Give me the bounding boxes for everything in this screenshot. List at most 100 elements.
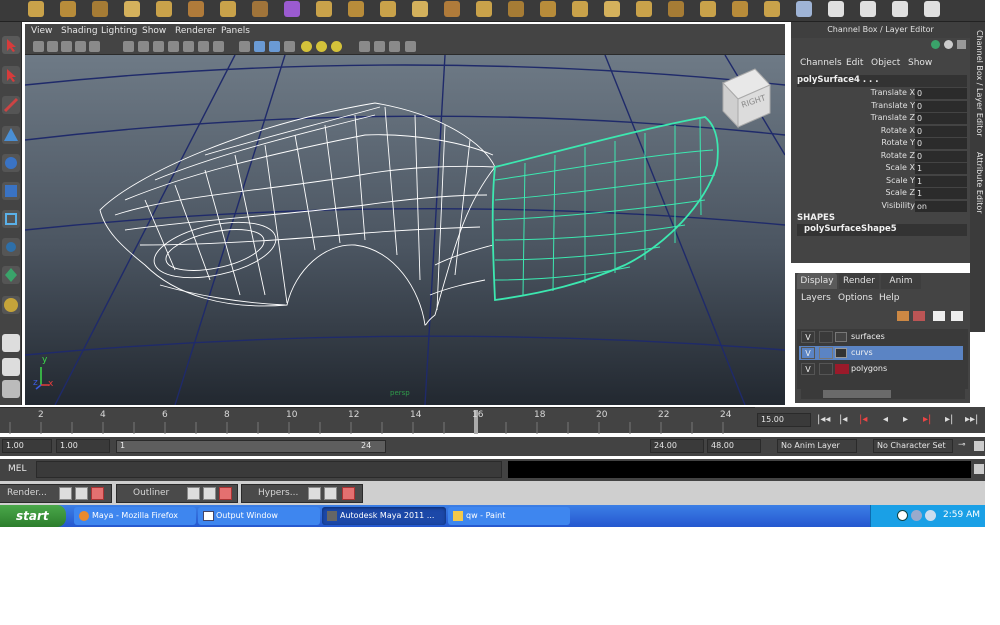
smooth-shade-icon[interactable] bbox=[254, 41, 265, 52]
object-menu[interactable]: Object bbox=[871, 58, 900, 68]
shelf-tool-icon[interactable] bbox=[380, 1, 396, 17]
shelf-tool-icon[interactable] bbox=[60, 1, 76, 17]
restore-icon[interactable] bbox=[59, 487, 72, 500]
shelf-tool-icon[interactable] bbox=[220, 1, 236, 17]
move-up-icon[interactable] bbox=[933, 311, 945, 321]
template-toggle[interactable] bbox=[819, 347, 833, 359]
shelf-tool-icon[interactable] bbox=[700, 1, 716, 17]
maximize-icon[interactable] bbox=[75, 487, 88, 500]
paint-select-tool-icon[interactable] bbox=[2, 96, 20, 114]
safe-title-icon[interactable] bbox=[213, 41, 224, 52]
layer-row[interactable]: V surfaces bbox=[799, 330, 963, 344]
menu-panels[interactable]: Panels bbox=[221, 26, 250, 36]
shelf-tool-icon[interactable] bbox=[636, 1, 652, 17]
manipulator-tool-icon[interactable] bbox=[2, 210, 20, 228]
shelf-tool-icon[interactable] bbox=[828, 1, 844, 17]
animation-end-field[interactable]: 48.00 bbox=[707, 439, 761, 453]
xray-icon[interactable] bbox=[374, 41, 385, 52]
minimized-window[interactable]: Hypers... bbox=[241, 484, 363, 503]
single-pane-layout-icon[interactable] bbox=[2, 334, 20, 352]
lasso-tool-icon[interactable] bbox=[2, 66, 20, 84]
shelf-tool-icon[interactable] bbox=[476, 1, 492, 17]
script-editor-icon[interactable] bbox=[974, 464, 984, 474]
camera-attributes-icon[interactable] bbox=[89, 41, 100, 52]
options-menu[interactable]: Options bbox=[838, 293, 873, 303]
taskbar-item[interactable]: Output Window bbox=[198, 507, 320, 525]
network-icon[interactable] bbox=[897, 510, 908, 521]
wireframe-icon[interactable] bbox=[239, 41, 250, 52]
shelf-tool-icon[interactable] bbox=[540, 1, 556, 17]
template-toggle[interactable] bbox=[819, 331, 833, 343]
range-bar-track[interactable]: 1 24 bbox=[116, 440, 386, 453]
anim-layer-dropdown[interactable]: No Anim Layer bbox=[777, 439, 857, 453]
resolution-gate-icon[interactable] bbox=[153, 41, 164, 52]
move-down-icon[interactable] bbox=[951, 311, 963, 321]
layer-editor-icon[interactable] bbox=[944, 40, 953, 49]
attr-row[interactable]: Scale Y1 bbox=[791, 175, 970, 189]
security-icon[interactable] bbox=[925, 510, 936, 521]
maximize-icon[interactable] bbox=[203, 487, 216, 500]
shelf-tool-icon[interactable] bbox=[316, 1, 332, 17]
soft-mod-tool-icon[interactable] bbox=[2, 238, 20, 256]
start-button[interactable]: start bbox=[0, 505, 66, 527]
attr-row[interactable]: Rotate Y0 bbox=[791, 138, 970, 151]
shelf-tool-icon[interactable] bbox=[92, 1, 108, 17]
shelf-tool-icon[interactable] bbox=[860, 1, 876, 17]
menu-show[interactable]: Show bbox=[142, 26, 166, 36]
playback-end-field[interactable]: 24.00 bbox=[650, 439, 704, 453]
shelf-tool-icon[interactable] bbox=[124, 1, 140, 17]
shelf-tool-icon[interactable] bbox=[188, 1, 204, 17]
attr-row[interactable]: Scale X1 bbox=[791, 163, 970, 176]
layer-color-swatch[interactable] bbox=[835, 364, 849, 374]
shelf-tool-icon[interactable] bbox=[572, 1, 588, 17]
gate-mask-icon[interactable] bbox=[168, 41, 179, 52]
menu-renderer[interactable]: Renderer bbox=[175, 26, 216, 36]
shelf-tool-icon[interactable] bbox=[156, 1, 172, 17]
lock-camera-icon[interactable] bbox=[47, 41, 58, 52]
play-backward-button[interactable]: ◂ bbox=[883, 414, 888, 425]
channel-box-icon[interactable] bbox=[931, 40, 940, 49]
layer-color-swatch[interactable] bbox=[835, 332, 847, 342]
attr-row[interactable]: Scale Z1 bbox=[791, 188, 970, 201]
safe-action-icon[interactable] bbox=[198, 41, 209, 52]
shelf-tool-icon[interactable] bbox=[796, 1, 812, 17]
shelf-tool-icon[interactable] bbox=[732, 1, 748, 17]
shelf-tool-icon[interactable] bbox=[604, 1, 620, 17]
new-layer-selected-icon[interactable] bbox=[913, 311, 925, 321]
attr-value[interactable]: 0 bbox=[915, 125, 967, 137]
step-back-key-button[interactable]: |◂ bbox=[839, 414, 847, 425]
help-menu[interactable]: Help bbox=[879, 293, 900, 303]
minimized-window[interactable]: Render... bbox=[0, 484, 112, 503]
time-slider[interactable]: 2 4 6 8 10 12 14 16 18 20 22 24 bbox=[0, 407, 755, 434]
edit-menu[interactable]: Edit bbox=[846, 58, 863, 68]
step-forward-key-button[interactable]: ▸| bbox=[945, 414, 953, 425]
shadows-icon[interactable] bbox=[331, 41, 342, 52]
attr-value[interactable]: 1 bbox=[915, 175, 967, 187]
field-chart-icon[interactable] bbox=[183, 41, 194, 52]
go-to-end-button[interactable]: ▸▸| bbox=[965, 414, 978, 425]
attr-value[interactable]: 1 bbox=[915, 163, 967, 174]
taskbar-item[interactable]: Maya - Mozilla Firefox bbox=[74, 507, 196, 525]
move-tool-icon[interactable] bbox=[2, 126, 20, 144]
play-forward-button[interactable]: ▸ bbox=[903, 414, 908, 425]
menu-shading[interactable]: Shading bbox=[61, 26, 98, 36]
object-name[interactable]: polySurface4 . . . bbox=[797, 75, 967, 87]
tab-anim[interactable]: Anim bbox=[881, 273, 921, 289]
layer-color-swatch[interactable] bbox=[835, 348, 847, 358]
grid-icon[interactable] bbox=[123, 41, 134, 52]
visibility-toggle[interactable]: V bbox=[801, 363, 815, 375]
select-camera-icon[interactable] bbox=[33, 41, 44, 52]
layer-scrollbar[interactable] bbox=[801, 389, 965, 399]
menu-view[interactable]: View bbox=[31, 26, 52, 36]
layers-menu[interactable]: Layers bbox=[801, 293, 831, 303]
layer-scroll-thumb[interactable] bbox=[823, 390, 891, 398]
new-layer-icon[interactable] bbox=[897, 311, 909, 321]
outliner-layout-icon[interactable] bbox=[2, 380, 20, 398]
shelf-tool-icon[interactable] bbox=[508, 1, 524, 17]
preferences-icon[interactable] bbox=[974, 441, 984, 451]
maximize-icon[interactable] bbox=[324, 487, 337, 500]
shelf-tool-icon[interactable] bbox=[444, 1, 460, 17]
minimized-window[interactable]: Outliner bbox=[116, 484, 238, 503]
attr-value[interactable]: 0 bbox=[915, 88, 967, 99]
show-menu[interactable]: Show bbox=[908, 58, 932, 68]
